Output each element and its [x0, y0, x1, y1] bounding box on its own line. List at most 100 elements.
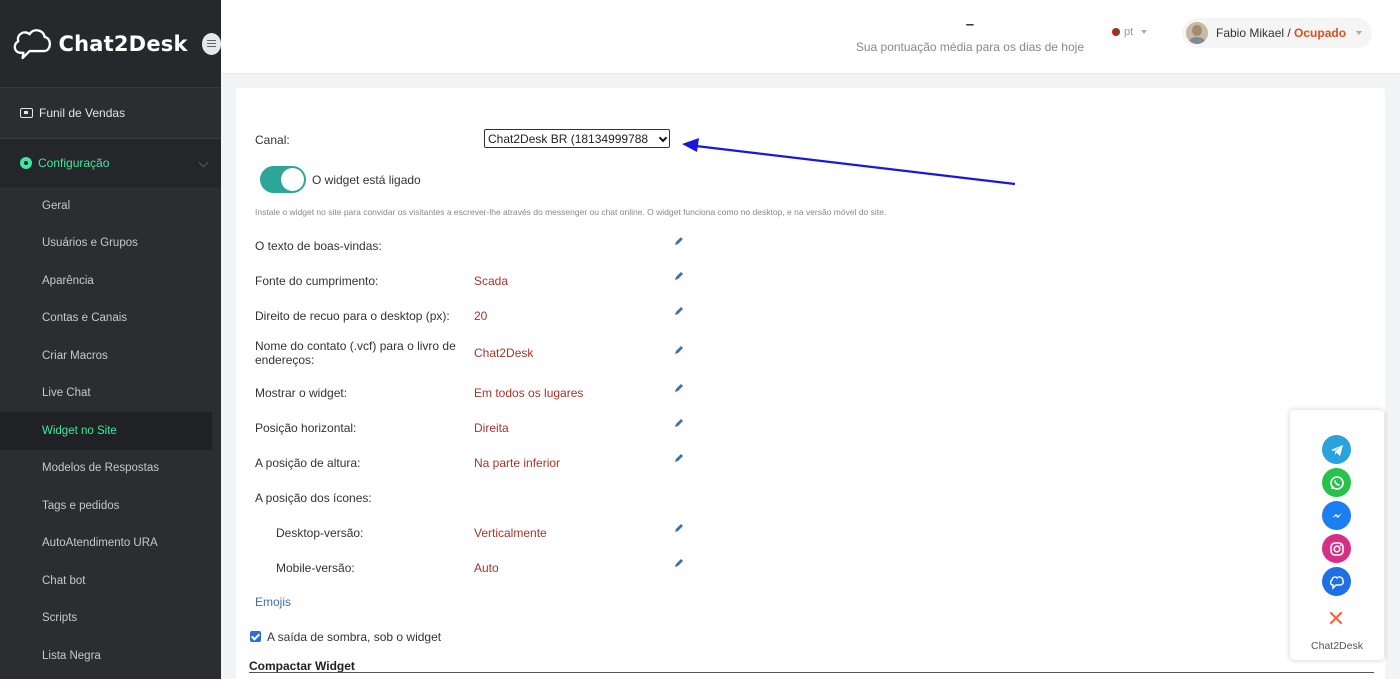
funnel-icon: [20, 108, 33, 118]
shadow-checkbox[interactable]: [250, 631, 261, 642]
divider: [249, 672, 1374, 673]
icons-position-label: A posição dos ícones:: [255, 491, 372, 505]
chevron-down-icon: [198, 157, 209, 168]
offset-label: Direito de recuo para o desktop (px):: [255, 309, 450, 323]
sidebar-item-label: Criar Macros: [42, 349, 108, 362]
vcf-label-line2: endereços:: [255, 353, 315, 367]
edit-hpos-pencil-icon[interactable]: [673, 417, 685, 429]
chevron-down-icon: [658, 133, 668, 143]
score-block: – Sua pontuação média para os dias de ho…: [855, 16, 1084, 54]
sidebar-item-ura[interactable]: AutoAtendimento URA: [0, 525, 221, 563]
widget-enabled-label: O widget está ligado: [312, 173, 421, 187]
sidebar-item-lista-negra[interactable]: Lista Negra: [0, 637, 221, 675]
sidebar-item-chat-bot[interactable]: Chat bot: [0, 562, 221, 600]
sidebar-item-geral[interactable]: Geral: [0, 187, 221, 225]
widget-settings-card: Canal: Chat2Desk BR (18134999788 O widge…: [236, 88, 1385, 679]
horizontal-position-label: Posição horizontal:: [255, 421, 357, 435]
compact-widget-heading: Compactar Widget: [249, 659, 355, 673]
vcf-label-line1: Nome do contato (.vcf) para o livro de: [255, 339, 456, 353]
hamburger-icon: [206, 40, 216, 47]
gear-icon: [20, 157, 32, 169]
sidebar-item-label: Aparência: [42, 274, 94, 287]
sidebar-item-contas[interactable]: Contas e Canais: [0, 300, 221, 338]
sidebar-item-label: Scripts: [42, 612, 78, 625]
font-label: Fonte do cumprimento:: [255, 274, 379, 288]
sidebar-item-scripts[interactable]: Scripts: [0, 600, 221, 638]
widget-name: Chat2Desk: [1311, 640, 1363, 652]
sidebar-item-label: Widget no Site: [42, 424, 117, 437]
close-icon[interactable]: [1328, 610, 1344, 626]
caret-down-icon: [1356, 31, 1363, 35]
height-position-label: A posição de altura:: [255, 456, 361, 470]
edit-mobile-pencil-icon[interactable]: [673, 557, 685, 569]
shadow-checkbox-label: A saída de sombra, sob o widget: [267, 630, 442, 644]
mobile-version-value: Auto: [474, 561, 499, 575]
sidebar-item-label: Chat bot: [42, 574, 86, 587]
height-position-value: Na parte inferior: [474, 456, 561, 470]
sidebar-item-aparencia[interactable]: Aparência: [0, 262, 221, 300]
desktop-version-value: Verticalmente: [474, 526, 547, 540]
top-header: – Sua pontuação média para os dias de ho…: [221, 0, 1400, 74]
welcome-text-label: O texto de boas-vindas:: [255, 239, 382, 253]
whatsapp-icon[interactable]: [1322, 468, 1351, 497]
chat2desk-icon[interactable]: [1322, 567, 1351, 596]
sidebar-item-label: Tags e pedidos: [42, 499, 120, 512]
caret-down-icon: [1141, 30, 1148, 34]
sidebar-section-configuracao[interactable]: Configuração: [0, 139, 221, 187]
vcf-label: Nome do contato (.vcf) para o livro de e…: [255, 339, 456, 367]
sidebar-item-modelos[interactable]: Modelos de Respostas: [0, 450, 221, 488]
sidebar: Chat2Desk Funil de Vendas Configuração G…: [0, 0, 221, 679]
sidebar-submenu: Geral Usuários e Grupos Aparência Contas…: [0, 187, 221, 675]
user-name: Fabio Mikael: [1216, 26, 1285, 40]
edit-font-pencil-icon[interactable]: [673, 270, 685, 282]
language-label: pt: [1124, 26, 1134, 38]
edit-vcf-pencil-icon[interactable]: [673, 344, 685, 356]
sidebar-item-live-chat[interactable]: Live Chat: [0, 375, 221, 413]
sidebar-item-label: Usuários e Grupos: [42, 237, 138, 250]
channel-label: Canal:: [255, 133, 290, 147]
edit-desktop-pencil-icon[interactable]: [673, 522, 685, 534]
score-value: –: [965, 16, 975, 33]
language-selector[interactable]: pt: [1112, 26, 1148, 38]
sidebar-item-label: Modelos de Respostas: [42, 462, 159, 475]
desktop-version-label: Desktop-versão:: [276, 526, 364, 540]
show-widget-label: Mostrar o widget:: [255, 386, 348, 400]
sidebar-item-tags[interactable]: Tags e pedidos: [0, 487, 221, 525]
sidebar-item-label: Funil de Vendas: [39, 106, 126, 120]
sidebar-item-funil[interactable]: Funil de Vendas: [0, 88, 221, 139]
avatar: [1186, 22, 1208, 44]
sidebar-item-label: Live Chat: [42, 387, 91, 400]
score-caption: Sua pontuação média para os dias de hoje: [855, 40, 1084, 54]
messenger-icon[interactable]: [1322, 501, 1351, 530]
widget-hint-text: Instale o widget no site para convidar o…: [255, 207, 887, 217]
brand-bar: Chat2Desk: [0, 0, 221, 88]
emojis-link[interactable]: Emojis: [255, 595, 291, 609]
menu-toggle-button[interactable]: [201, 32, 221, 55]
widget-enabled-toggle[interactable]: [260, 166, 306, 193]
edit-welcome-pencil-icon[interactable]: [673, 235, 685, 247]
show-widget-value: Em todos os lugares: [474, 386, 584, 400]
user-menu[interactable]: Fabio Mikael / Ocupado: [1182, 18, 1373, 48]
user-separator: /: [1284, 26, 1295, 40]
sidebar-item-label: AutoAtendimento URA: [42, 537, 158, 550]
sidebar-item-label: Contas e Canais: [42, 312, 128, 325]
chat2desk-logo-icon: [13, 28, 51, 59]
channel-select-value: Chat2Desk BR (18134999788: [488, 131, 649, 146]
sidebar-item-usuarios[interactable]: Usuários e Grupos: [0, 225, 221, 263]
sidebar-item-label: Lista Negra: [42, 649, 101, 662]
channel-select[interactable]: Chat2Desk BR (18134999788: [484, 129, 670, 148]
vcf-value: Chat2Desk: [474, 346, 534, 360]
sidebar-item-widget[interactable]: Widget no Site: [0, 412, 212, 450]
edit-offset-pencil-icon[interactable]: [673, 305, 685, 317]
sidebar-item-macros[interactable]: Criar Macros: [0, 337, 221, 375]
horizontal-position-value: Direita: [474, 421, 509, 435]
edit-show-pencil-icon[interactable]: [673, 382, 685, 394]
mobile-version-label: Mobile-versão:: [276, 561, 355, 575]
font-value: Scada: [474, 274, 509, 288]
sidebar-section-label: Configuração: [38, 156, 110, 170]
flag-icon: [1112, 28, 1120, 36]
instagram-icon[interactable]: [1322, 534, 1351, 563]
telegram-icon[interactable]: [1322, 435, 1351, 464]
sidebar-item-label: Geral: [42, 199, 71, 212]
edit-vpos-pencil-icon[interactable]: [673, 452, 685, 464]
